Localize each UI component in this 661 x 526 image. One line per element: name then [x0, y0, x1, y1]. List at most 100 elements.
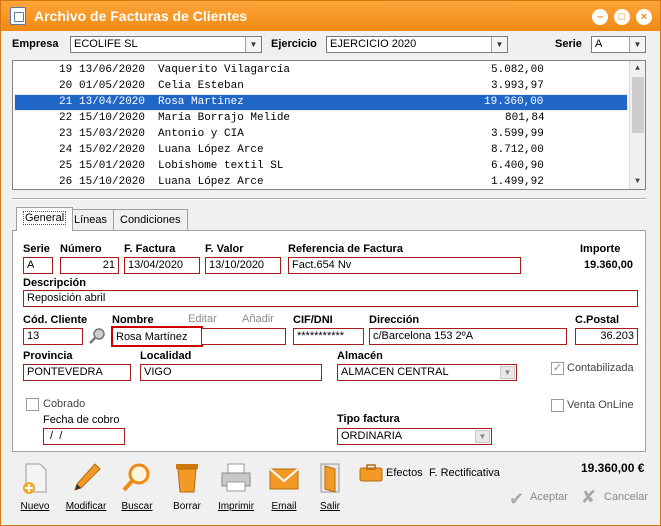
list-item[interactable]: 25 15/01/2020 Lobishome textil SL 6.400,90 [15, 159, 627, 174]
provincia-label: Provincia [23, 350, 73, 362]
aceptar-button[interactable]: Aceptar [530, 491, 568, 503]
direccion-label: Dirección [369, 314, 420, 326]
numero-field[interactable]: 21 [60, 257, 119, 274]
fecha-cobro-field[interactable]: / / [43, 428, 125, 445]
list-item-selected[interactable]: 21 13/04/2020 Rosa Martinez 19.360,00 [14, 94, 628, 111]
invoice-list[interactable]: 19 13/06/2020 Vaquerito Vilagarcía 5.082,00… [12, 60, 646, 190]
nombre-field[interactable]: Rosa Martínez [111, 326, 203, 347]
rectificativa-button[interactable]: F. Rectificativa [429, 467, 500, 479]
scroll-thumb[interactable] [632, 77, 644, 133]
tipo-factura-value: ORDINARIA [341, 430, 403, 442]
checkmark-icon: ✔ [509, 489, 525, 509]
tipo-factura-select[interactable]: ORDINARIA ▼ [337, 428, 492, 445]
printer-icon [221, 463, 251, 492]
modificar-button[interactable]: Modificar [63, 461, 109, 512]
ejercicio-select[interactable]: EJERCICIO 2020 ▼ [326, 36, 508, 53]
localidad-label: Localidad [140, 350, 192, 362]
email-button[interactable]: Email [264, 461, 304, 512]
venta-online-label: Venta OnLine [567, 399, 634, 411]
tipo-factura-label: Tipo factura [337, 413, 400, 425]
total-amount: 19.360,00 € [581, 461, 645, 475]
cod-cliente-label: Cód. Cliente [23, 314, 88, 326]
scroll-up-icon[interactable]: ▲ [630, 61, 645, 76]
list-item[interactable]: 22 15/10/2020 María Borrajo Melide 801,84 [15, 111, 627, 126]
new-document-icon [23, 463, 47, 494]
cancel-x-icon: ✘ [581, 487, 597, 507]
cif-label: CIF/DNI [293, 314, 333, 326]
anadir-link[interactable]: Añadir [242, 313, 274, 325]
empresa-select[interactable]: ECOLIFE SL ▼ [70, 36, 262, 53]
envelope-icon [269, 468, 299, 490]
almacen-select[interactable]: ALMACEN CENTRAL ▼ [337, 364, 517, 381]
salir-button[interactable]: Salir [311, 461, 349, 512]
localidad-field[interactable]: VIGO [140, 364, 322, 381]
cpostal-field[interactable]: 36.203 [575, 328, 638, 345]
contabilizada-checkbox[interactable]: ✓ [551, 362, 564, 375]
numero-label: Número [60, 243, 102, 255]
search-client-icon[interactable] [88, 327, 106, 345]
nombre-label: Nombre [112, 314, 154, 326]
tab-lineas[interactable]: Líneas [67, 209, 115, 231]
list-item[interactable]: 24 15/02/2020 Luana López Arce 8.712,00 [15, 143, 627, 158]
window-title: Archivo de Facturas de Clientes [34, 8, 248, 24]
briefcase-icon [359, 464, 383, 482]
serie-filter-label: Serie [555, 38, 582, 50]
fecha-cobro-label: Fecha de cobro [43, 414, 120, 426]
cobrado-checkbox[interactable] [26, 398, 39, 411]
almacen-value: ALMACEN CENTRAL [341, 366, 449, 378]
ejercicio-value: EJERCICIO 2020 [330, 38, 417, 50]
tab-condiciones[interactable]: Condiciones [113, 209, 188, 231]
imprimir-button[interactable]: Imprimir [213, 461, 259, 512]
chevron-down-icon: ▼ [245, 37, 261, 52]
almacen-label: Almacén [337, 350, 383, 362]
fecha-factura-label: F. Factura [124, 243, 176, 255]
list-item[interactable]: 20 01/05/2020 Celia Esteban 3.993,97 [15, 79, 627, 94]
close-button[interactable]: × [636, 9, 652, 25]
list-item[interactable]: 23 15/03/2020 Antonio y CIA 3.599,99 [15, 127, 627, 142]
trash-icon [176, 464, 198, 493]
divider [12, 198, 646, 200]
borrar-button[interactable]: Borrar [167, 461, 207, 512]
nombre-field-extension[interactable] [201, 328, 286, 345]
list-item[interactable]: 19 13/06/2020 Vaquerito Vilagarcía 5.082,00 [15, 63, 627, 78]
calendar-app-icon [10, 7, 26, 25]
chevron-down-icon: ▼ [475, 430, 490, 443]
nuevo-button[interactable]: Nuevo [15, 461, 55, 512]
magnifier-icon [122, 463, 150, 492]
serie-select[interactable]: A ▼ [591, 36, 646, 53]
fecha-valor-label: F. Valor [205, 243, 244, 255]
efectos-button[interactable]: Efectos [386, 467, 423, 479]
referencia-field[interactable]: Fact.654 Nv [288, 257, 521, 274]
cod-cliente-field[interactable]: 13 [23, 328, 83, 345]
venta-online-checkbox[interactable] [551, 399, 564, 412]
chevron-down-icon: ▼ [491, 37, 507, 52]
maximize-button[interactable]: □ [614, 9, 630, 25]
provincia-field[interactable]: PONTEVEDRA [23, 364, 131, 381]
serie-field[interactable]: A [23, 257, 53, 274]
direccion-field[interactable]: c/Barcelona 153 2ºA [369, 328, 567, 345]
editar-link[interactable]: Editar [188, 313, 217, 325]
serie-label: Serie [23, 243, 50, 255]
scroll-down-icon[interactable]: ▼ [630, 174, 645, 189]
list-scrollbar[interactable]: ▲ ▼ [629, 61, 645, 189]
list-item[interactable]: 26 15/10/2020 Luana López Arce 1.499,92 [15, 175, 627, 190]
cobrado-label: Cobrado [43, 398, 86, 410]
minimize-button[interactable]: – [592, 9, 608, 25]
invoice-window: Archivo de Facturas de Clientes – □ × Em… [0, 0, 661, 526]
referencia-label: Referencia de Factura [288, 243, 403, 255]
tab-general[interactable]: General [16, 207, 74, 231]
fecha-valor-field[interactable]: 13/10/2020 [205, 257, 281, 274]
fecha-factura-field[interactable]: 13/04/2020 [124, 257, 200, 274]
cpostal-label: C.Postal [575, 314, 620, 326]
ejercicio-label: Ejercicio [271, 38, 317, 50]
descripcion-field[interactable]: Reposición abril [23, 290, 638, 307]
contabilizada-label: Contabilizada [567, 362, 634, 374]
serie-filter-value: A [595, 38, 603, 50]
importe-label: Importe [580, 243, 621, 255]
cancelar-button[interactable]: Cancelar [604, 491, 648, 503]
empresa-value: ECOLIFE SL [74, 38, 138, 50]
exit-door-icon [320, 463, 340, 493]
pencil-icon [74, 463, 101, 491]
cif-field[interactable]: *********** [293, 328, 364, 345]
buscar-button[interactable]: Buscar [117, 461, 157, 512]
